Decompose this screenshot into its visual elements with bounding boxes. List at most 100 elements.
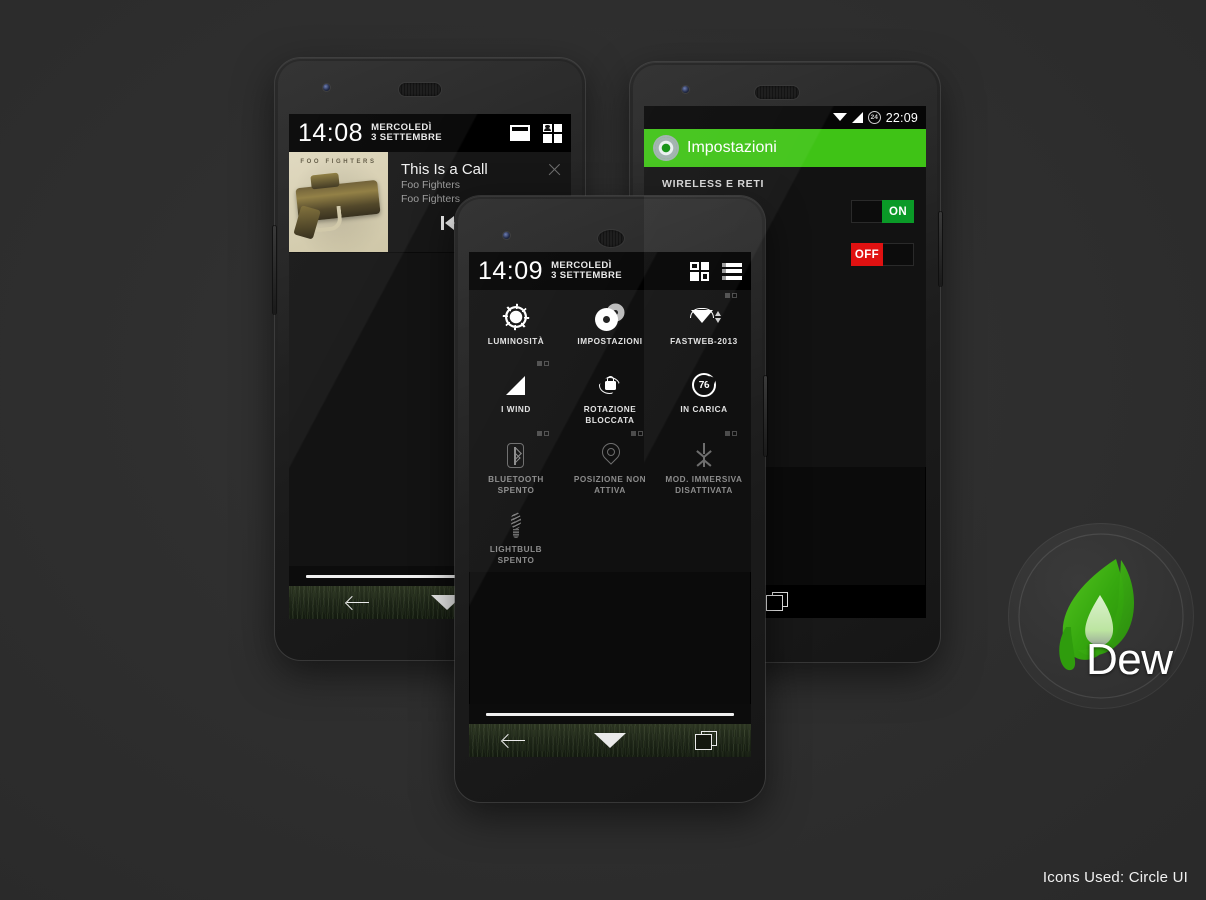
toggle-knob: OFF (851, 243, 883, 266)
track-artist: Foo Fighters (401, 179, 460, 192)
qs-row-3: BLUETOOTH SPENTO POSIZIONE NON ATTIVA MO… (469, 431, 751, 502)
power-button-center[interactable] (764, 376, 767, 456)
qs-tile-brightness[interactable]: LUMINOSITÀ (469, 294, 563, 362)
back-icon[interactable] (347, 596, 369, 610)
nav-bar-center (469, 724, 751, 757)
qs-tile-immersive[interactable]: MOD. IMMERSIVA DISATTIVATA (657, 431, 751, 502)
front-camera-icon (323, 84, 330, 91)
second-toggle[interactable]: OFF (851, 243, 914, 266)
earpiece-speaker (399, 83, 441, 96)
qs-tile-label: LIGHTBULB SPENTO (489, 545, 543, 565)
list-view-icon[interactable] (722, 262, 742, 280)
screen-center: 14:09 MERCOLEDÌ 3 SETTEMBRE LUMINOSITÀ I… (469, 252, 751, 757)
immersive-mode-icon (659, 440, 749, 470)
section-header: WIRELESS E RETI (662, 178, 765, 190)
qs-row-1: LUMINOSITÀ IMPOSTAZIONI FASTWEB-2013 (469, 293, 751, 362)
date-label: 3 SETTEMBRE (551, 270, 622, 281)
front-camera-icon (503, 232, 510, 239)
credit-text: Icons Used: Circle UI (1042, 869, 1188, 886)
battery-circle-icon: 24 (867, 111, 881, 124)
qs-tile-label: IN CARICA (680, 405, 728, 414)
shade-header-left: 14:08 MERCOLEDÌ 3 SETTEMBRE (289, 114, 571, 152)
qs-row-2: I WIND ROTAZIONE BLOCCATA 76 IN CARICA (469, 361, 751, 432)
qs-tile-empty-1 (563, 502, 657, 572)
qs-tile-bluetooth[interactable]: BLUETOOTH SPENTO (469, 431, 563, 502)
qs-tile-wifi[interactable]: FASTWEB-2013 (657, 293, 751, 362)
battery-charging-icon: 76 (659, 370, 749, 400)
tile-page-dots (536, 361, 549, 366)
people-grid-icon[interactable] (543, 123, 562, 143)
date-label: 3 SETTEMBRE (371, 132, 442, 143)
qs-tile-mobile[interactable]: I WIND (469, 361, 563, 432)
qs-tile-label: ROTAZIONE BLOCCATA (583, 405, 637, 425)
qs-tile-label: MOD. IMMERSIVA DISATTIVATA (665, 475, 743, 495)
settings-gears-icon (565, 302, 655, 332)
home-icon[interactable] (593, 733, 626, 748)
qs-tile-lightbulb[interactable]: LIGHTBULB SPENTO (469, 502, 563, 572)
tile-page-dots (724, 293, 737, 298)
close-icon[interactable] (547, 162, 562, 177)
wifi-icon (659, 302, 749, 332)
wifi-toggle[interactable]: ON (851, 200, 914, 223)
qs-tile-label: LUMINOSITÀ (487, 337, 545, 346)
tile-page-dots (630, 431, 643, 436)
qs-tile-battery[interactable]: 76 IN CARICA (657, 362, 751, 432)
qs-tile-label: IMPOSTAZIONI (577, 337, 643, 346)
battery-percent: 76 (698, 379, 710, 391)
qs-tile-label: POSIZIONE NON ATTIVA (573, 475, 647, 495)
qs-tile-label: FASTWEB-2013 (670, 337, 738, 346)
recents-icon[interactable] (766, 592, 788, 611)
back-icon[interactable] (503, 734, 526, 748)
screenshot-stage: 24 22:09 Impostazioni WIRELESS E RETI Wi… (0, 0, 1206, 900)
shade-date: MERCOLEDÌ 3 SETTEMBRE (551, 260, 622, 281)
tiles-grid-icon[interactable] (690, 261, 709, 281)
quick-settings-phone: 14:09 MERCOLEDÌ 3 SETTEMBRE LUMINOSITÀ I… (455, 196, 767, 802)
shade-date: MERCOLEDÌ 3 SETTEMBRE (371, 122, 442, 143)
lightbulb-icon (471, 510, 561, 540)
earpiece-speaker (598, 230, 624, 247)
qs-row-4: LIGHTBULB SPENTO (469, 502, 751, 572)
volume-button-right[interactable] (939, 212, 942, 286)
cell-signal-icon (471, 370, 561, 400)
recents-icon[interactable] (694, 731, 717, 750)
window-icon[interactable] (510, 125, 530, 141)
qs-tile-rotation[interactable]: ROTAZIONE BLOCCATA (563, 362, 657, 432)
album-caption: FOO FIGHTERS (300, 159, 377, 165)
brightness-sun-icon (471, 302, 561, 332)
tile-page-dots (724, 431, 737, 436)
cell-signal-icon (851, 112, 863, 123)
brand-name: Dew (1086, 635, 1173, 684)
qs-tile-empty-2 (657, 502, 751, 572)
shade-clock: 14:09 (478, 256, 544, 285)
qs-tile-settings[interactable]: IMPOSTAZIONI (563, 294, 657, 362)
album-artwork-shape-2 (310, 172, 340, 190)
location-pin-icon (565, 440, 655, 470)
brand-logo: Dew (1008, 523, 1194, 709)
rotation-lock-icon (565, 370, 655, 400)
qs-tile-label: I WIND (501, 405, 531, 414)
status-clock: 22:09 (885, 110, 918, 125)
tile-page-dots (536, 431, 549, 436)
qs-tile-label: BLUETOOTH SPENTO (488, 475, 544, 495)
shade-header-center: 14:09 MERCOLEDÌ 3 SETTEMBRE (469, 252, 751, 290)
app-title: Impostazioni (687, 139, 777, 156)
nav-bar-center-wrap (469, 704, 751, 757)
shade-header-icons (690, 261, 742, 281)
wifi-icon (832, 112, 847, 123)
battery-level: 24 (870, 114, 878, 121)
settings-gear-icon (655, 137, 677, 159)
shade-clock: 14:08 (298, 118, 364, 147)
shade-header-icons (510, 123, 562, 143)
status-bar-right: 24 22:09 (644, 106, 926, 129)
earpiece-speaker (755, 86, 799, 99)
track-title: This Is a Call (401, 161, 488, 178)
qs-tile-location[interactable]: POSIZIONE NON ATTIVA (563, 431, 657, 502)
bluetooth-icon (471, 440, 561, 470)
volume-button-left[interactable] (273, 226, 276, 314)
front-camera-icon (682, 86, 689, 93)
shade-handle[interactable] (469, 704, 751, 724)
album-art: FOO FIGHTERS (289, 152, 388, 252)
quick-settings-grid: LUMINOSITÀ IMPOSTAZIONI FASTWEB-2013 I W… (469, 290, 751, 572)
toggle-knob: ON (882, 200, 914, 223)
app-bar-settings: Impostazioni (644, 129, 926, 167)
